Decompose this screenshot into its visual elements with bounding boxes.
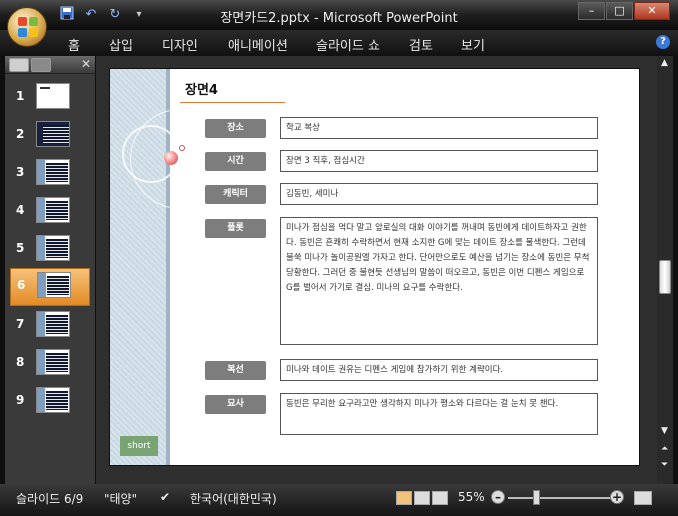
thumbnail-image	[36, 121, 70, 147]
thumbnail-image	[36, 197, 70, 223]
thumbnail-image	[36, 349, 70, 375]
previous-slide-icon[interactable]: ⏶	[661, 444, 668, 454]
zoom-slider-knob[interactable]	[533, 490, 540, 505]
thumbnail-number: 1	[16, 89, 25, 103]
thumbnail-image	[36, 235, 70, 261]
label-foreshadow[interactable]: 복선	[205, 361, 266, 380]
help-icon[interactable]: ?	[656, 35, 670, 49]
slide-thumbnail[interactable]: 9	[10, 384, 90, 420]
status-bar: 슬라이드 6/9 "태양" ✔ 한국어(대한민국) 55% – +	[0, 484, 678, 516]
spellcheck-icon[interactable]: ✔	[160, 490, 170, 504]
slide-thumbnail[interactable]: 1	[10, 80, 90, 116]
label-place[interactable]: 장소	[205, 119, 266, 138]
title-underline	[180, 102, 285, 103]
thumbnail-number: 8	[16, 355, 25, 369]
tab-animations[interactable]: 애니메이션	[228, 35, 288, 54]
thumbnail-image	[36, 159, 70, 185]
slide-thumbnail[interactable]: 8	[10, 346, 90, 382]
fit-slide-icon[interactable]	[634, 491, 652, 505]
tab-slideshow[interactable]: 슬라이드 쇼	[316, 35, 380, 54]
scroll-down-icon[interactable]: ▼	[661, 426, 668, 436]
next-slide-icon[interactable]: ⏷	[661, 460, 668, 470]
slide-counter: 슬라이드 6/9	[16, 492, 84, 506]
textbox-character[interactable]: 김동빈, 세미나	[280, 183, 598, 205]
zoom-slider-track[interactable]	[508, 497, 612, 499]
thumbnail-number: 4	[16, 203, 25, 217]
textbox-foreshadow[interactable]: 미나와 데이트 권유는 디펜스 게임에 참가하기 위한 계략이다.	[280, 359, 598, 381]
theme-name[interactable]: "태양"	[104, 490, 137, 507]
scroll-thumb[interactable]	[659, 260, 671, 294]
slide-canvas[interactable]: 장면4 장소 학교 복상 시간 장면 3 직후, 점심시간 캐릭터 김동빈, 세…	[109, 68, 640, 466]
close-icon[interactable]: ✕	[81, 57, 91, 71]
vertical-scrollbar[interactable]: ▲ ▼ ⏶ ⏷	[657, 56, 673, 484]
textbox-place[interactable]: 학교 복상	[280, 117, 598, 139]
thumbnail-number: 5	[16, 241, 25, 255]
scroll-up-icon[interactable]: ▲	[661, 58, 668, 68]
textbox-time[interactable]: 장면 3 직후, 점심시간	[280, 150, 598, 172]
tab-home[interactable]: 홈	[68, 35, 80, 54]
outline-tab-icon[interactable]	[31, 58, 51, 72]
label-character[interactable]: 캐릭터	[205, 185, 266, 204]
ribbon-tabs: 홈 삽입 디자인 애니메이션 슬라이드 쇼 검토 보기 ?	[0, 30, 678, 56]
decoration-dot	[179, 145, 185, 151]
decoration-dot	[164, 151, 178, 165]
normal-view-icon[interactable]	[396, 491, 412, 505]
thumbnail-image	[36, 387, 70, 413]
office-button[interactable]	[7, 7, 47, 47]
slide-editor: 장면4 장소 학교 복상 시간 장면 3 직후, 점심시간 캐릭터 김동빈, 세…	[96, 56, 657, 484]
textbox-description[interactable]: 동빈은 무리한 요구라고만 생각하지 미나가 평소와 다르다는 걸 눈치 못 챈…	[280, 393, 598, 435]
thumbnail-image	[37, 272, 71, 298]
zoom-in-icon[interactable]: +	[610, 490, 624, 504]
slide-thumbnail[interactable]: 4	[10, 194, 90, 230]
label-description[interactable]: 묘사	[205, 395, 266, 414]
zoom-out-icon[interactable]: –	[491, 490, 505, 504]
window-title: 장면카드2.pptx - Microsoft PowerPoint	[220, 11, 458, 26]
slide-thumbnail[interactable]: 3	[10, 156, 90, 192]
thumbnail-number: 3	[16, 165, 25, 179]
tab-insert[interactable]: 삽입	[109, 35, 133, 54]
thumbnail-number: 6	[17, 278, 26, 292]
thumbnail-image	[36, 83, 70, 109]
label-plot[interactable]: 플롯	[205, 219, 266, 238]
tab-view[interactable]: 보기	[461, 35, 485, 54]
slide-thumbnail[interactable]: 2	[10, 118, 90, 154]
minimize-button[interactable]: –	[578, 2, 605, 20]
close-button[interactable]: ✕	[634, 2, 670, 20]
slide-thumbnail-selected[interactable]: 6	[10, 268, 90, 306]
label-time[interactable]: 시간	[205, 152, 266, 171]
textbox-plot[interactable]: 미나가 점심을 먹다 말고 앞로실의 대화 이야기를 꺼내며 동빈에게 데이트하…	[280, 217, 598, 345]
slide-sorter-icon[interactable]	[414, 491, 430, 505]
slide-thumbnail[interactable]: 5	[10, 232, 90, 268]
panel-tabs: ✕	[5, 56, 95, 74]
thumbnail-number: 2	[16, 127, 25, 141]
thumbnail-number: 7	[16, 317, 25, 331]
slideshow-icon[interactable]	[432, 491, 448, 505]
thumbnail-number: 9	[16, 393, 25, 407]
maximize-button[interactable]: □	[606, 2, 633, 20]
slide-thumbnail[interactable]: 7	[10, 308, 90, 344]
office-logo-icon	[18, 17, 38, 37]
title-bar: ↶ ↻ ▾ 장면카드2.pptx - Microsoft PowerPoint …	[0, 0, 678, 30]
zoom-level[interactable]: 55%	[458, 490, 485, 504]
tab-review[interactable]: 검토	[409, 35, 433, 54]
slides-panel: ✕ 1 2 3 4 5 6 7 8 9	[5, 56, 95, 484]
slide-title[interactable]: 장면4	[185, 79, 218, 98]
language-indicator[interactable]: 한국어(대한민국)	[190, 490, 277, 507]
short-tag[interactable]: short	[120, 436, 158, 456]
tab-design[interactable]: 디자인	[162, 35, 198, 54]
slides-tab-icon[interactable]	[9, 58, 29, 72]
thumbnail-image	[36, 311, 70, 337]
